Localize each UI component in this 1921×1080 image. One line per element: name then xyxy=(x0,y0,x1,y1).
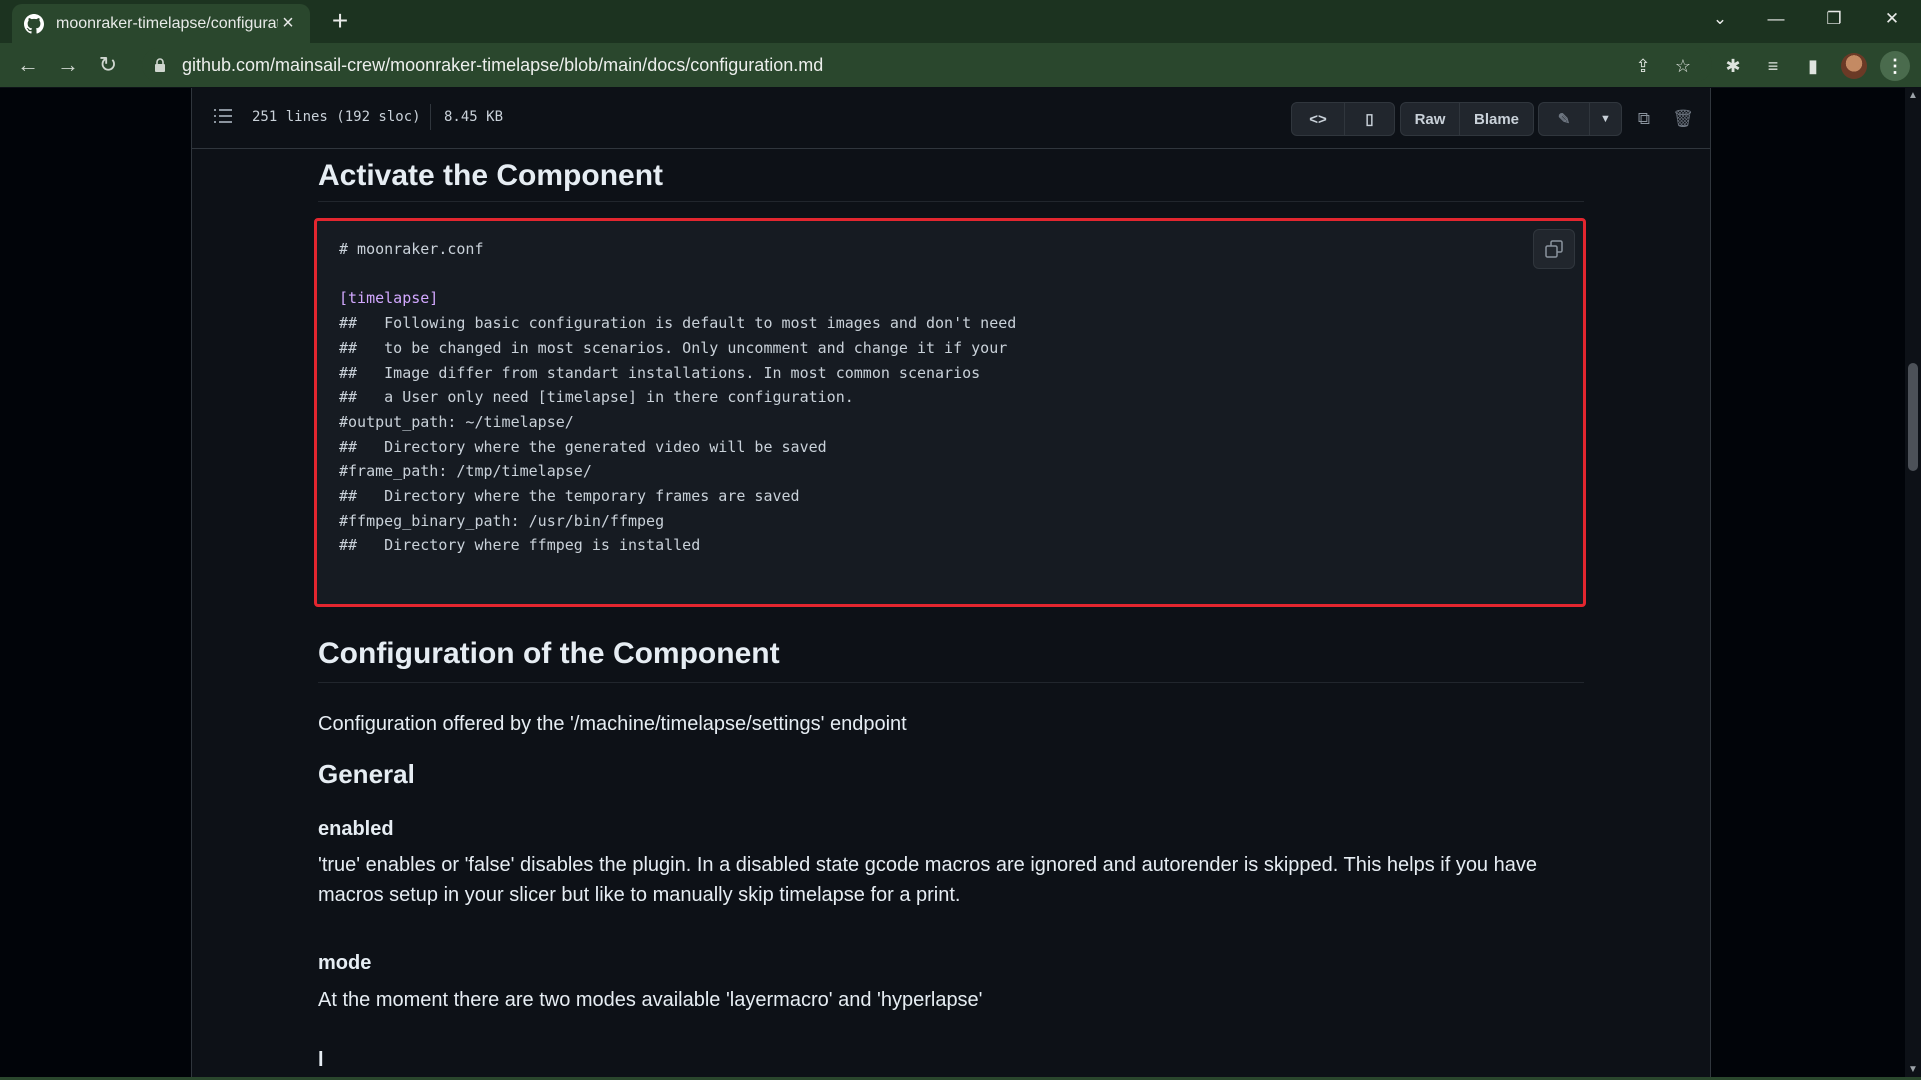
minimize-icon[interactable]: — xyxy=(1748,0,1804,38)
code-line: ## Image differ from standart installati… xyxy=(339,363,981,382)
browser-toolbar: ← → ↻ github.com/mainsail-crew/moonraker… xyxy=(0,43,1921,87)
code-view-icon[interactable]: <> xyxy=(1292,103,1344,135)
edit-pencil-icon[interactable]: ✎ xyxy=(1539,103,1589,135)
paragraph-mode: At the moment there are two modes availa… xyxy=(318,989,983,1011)
blame-button[interactable]: Blame xyxy=(1459,103,1533,135)
github-icon xyxy=(24,13,44,34)
code-content: # moonraker.conf [timelapse] ## Following… xyxy=(339,237,1016,558)
paragraph-config: Configuration offered by the '/machine/t… xyxy=(318,713,907,735)
copy-code-button[interactable] xyxy=(1533,229,1575,269)
edit-group: ✎ ▼ xyxy=(1538,102,1622,136)
meta-divider xyxy=(430,104,431,130)
code-line: ## Directory where the temporary frames … xyxy=(339,487,800,506)
url-text: github.com/mainsail-crew/moonraker-timel… xyxy=(182,54,824,75)
side-panel-icon[interactable]: ▮ xyxy=(1802,55,1824,77)
close-tab-icon[interactable]: × xyxy=(278,12,298,35)
code-block: # moonraker.conf [timelapse] ## Following… xyxy=(314,218,1586,607)
address-bar[interactable]: github.com/mainsail-crew/moonraker-timel… xyxy=(142,48,1712,82)
browser-menu-icon[interactable]: ⋮ xyxy=(1880,51,1910,81)
profile-avatar[interactable] xyxy=(1841,53,1867,79)
copy-raw-icon[interactable]: ⧉ xyxy=(1633,108,1655,130)
back-icon[interactable]: ← xyxy=(14,51,42,79)
heading-configuration: Configuration of the Component xyxy=(318,637,1584,683)
tab-search-icon[interactable]: ⌄ xyxy=(1692,0,1748,38)
media-queue-icon[interactable]: ≡ xyxy=(1762,55,1784,77)
code-line: #output_path: ~/timelapse/ xyxy=(339,412,574,431)
code-line: #frame_path: /tmp/timelapse/ xyxy=(339,462,592,481)
code-line: ## to be changed in most scenarios. Only… xyxy=(339,338,1008,357)
code-line: ## Following basic configuration is defa… xyxy=(339,314,1017,333)
preview-file-icon[interactable]: ▯ xyxy=(1344,103,1394,135)
file-view: 251 lines (192 sloc) 8.45 KB <> ▯ Raw Bl… xyxy=(191,88,1711,1080)
reload-icon[interactable]: ↻ xyxy=(94,51,122,79)
heading-general: General xyxy=(318,759,415,789)
tab-title: moonraker-timelapse/configurat xyxy=(56,14,278,32)
new-tab-button[interactable]: + xyxy=(326,7,354,36)
page-viewport: 251 lines (192 sloc) 8.45 KB <> ▯ Raw Bl… xyxy=(0,88,1905,1080)
close-window-icon[interactable]: ✕ xyxy=(1864,0,1920,38)
code-line: [timelapse] xyxy=(339,289,439,308)
heading-enabled: enabled xyxy=(318,818,394,840)
copy-icon xyxy=(1545,240,1563,258)
page-scrollbar[interactable]: ▲ ▼ xyxy=(1905,88,1921,1080)
extensions-icon[interactable]: ✱ xyxy=(1722,55,1744,77)
code-line: #ffmpeg_binary_path: /usr/bin/ffmpeg xyxy=(339,511,665,530)
file-size: 8.45 KB xyxy=(444,109,504,125)
code-line: ## a User only need [timelapse] in there… xyxy=(339,388,854,407)
raw-button[interactable]: Raw xyxy=(1401,103,1459,135)
code-line: ## Directory where ffmpeg is installed xyxy=(339,536,701,555)
scroll-down-icon[interactable]: ▼ xyxy=(1908,1064,1918,1075)
scroll-up-icon[interactable]: ▲ xyxy=(1908,90,1918,101)
delete-icon[interactable]: 🗑 xyxy=(1672,108,1694,130)
file-header: 251 lines (192 sloc) 8.45 KB <> ▯ Raw Bl… xyxy=(192,88,1710,149)
bookmark-star-icon[interactable]: ☆ xyxy=(1672,55,1694,77)
heading-activate: Activate the Component xyxy=(318,159,1584,202)
forward-icon[interactable]: → xyxy=(54,51,82,79)
code-line: # moonraker.conf xyxy=(339,240,484,258)
share-icon[interactable]: ⇪ xyxy=(1632,55,1654,77)
lock-icon xyxy=(155,58,165,72)
browser-tab[interactable]: moonraker-timelapse/configurat × xyxy=(12,4,310,43)
line-count: 251 lines (192 sloc) xyxy=(252,109,421,125)
view-toggle: <> ▯ xyxy=(1291,102,1395,136)
edit-dropdown-icon[interactable]: ▼ xyxy=(1589,103,1621,135)
browser-tab-strip: moonraker-timelapse/configurat × + ⌄ — ❐… xyxy=(0,0,1921,43)
heading-next-partial: l xyxy=(318,1049,324,1071)
restore-icon[interactable]: ❐ xyxy=(1806,0,1862,38)
scroll-thumb[interactable] xyxy=(1908,363,1918,471)
paragraph-enabled: 'true' enables or 'false' disables the p… xyxy=(318,854,1537,906)
heading-mode: mode xyxy=(318,952,372,974)
code-line: ## Directory where the generated video w… xyxy=(339,437,827,456)
outline-icon[interactable] xyxy=(214,108,232,124)
raw-blame-group: Raw Blame xyxy=(1400,102,1534,136)
